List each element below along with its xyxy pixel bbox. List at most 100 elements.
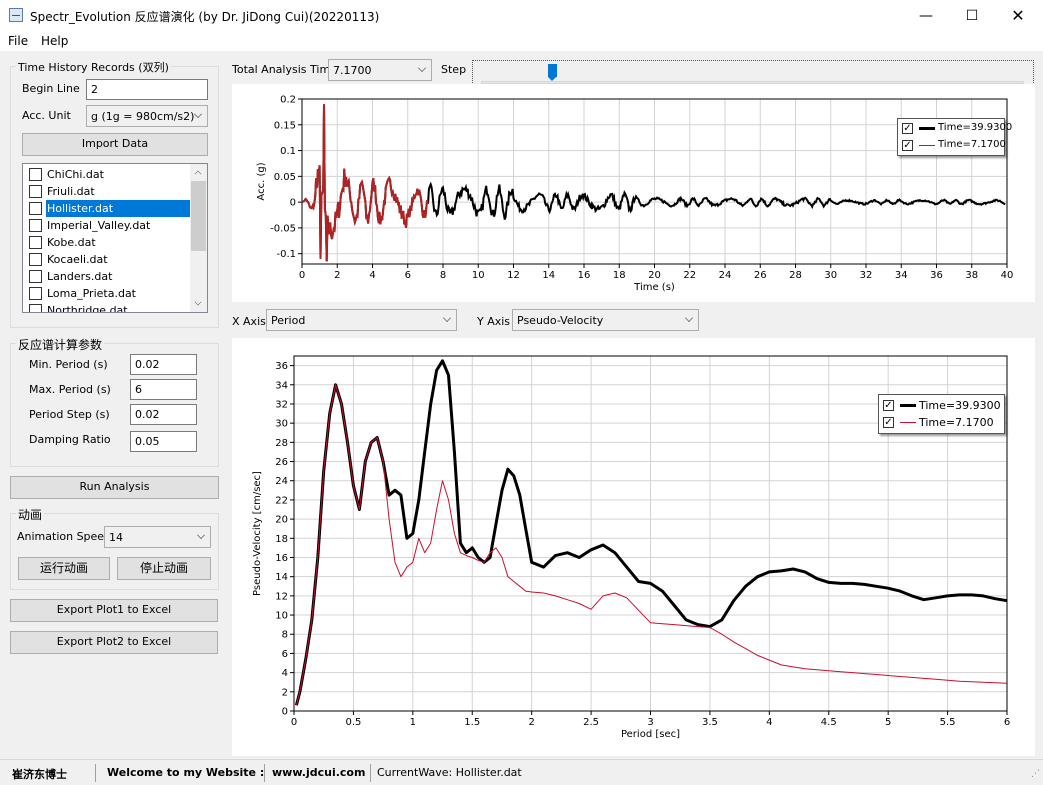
file-list[interactable]: ChiChi.dat Friuli.dat Hollister.dat Imperia… [22, 163, 208, 313]
checkbox[interactable] [29, 270, 42, 283]
checkbox[interactable] [29, 202, 42, 215]
list-item[interactable]: Kocaeli.dat [26, 251, 190, 268]
begin-line-label: Begin Line [22, 82, 80, 95]
y-tick-label: 30 [275, 419, 288, 430]
check-icon[interactable]: ✓ [902, 140, 913, 151]
x-tick-label: 5 [885, 717, 891, 728]
plot1-legend: ✓ Time=39.9300 ✓ Time=7.1700 [897, 118, 1012, 156]
x-tick-label: 36 [930, 270, 943, 281]
scroll-down-icon[interactable] [194, 298, 202, 306]
status-website[interactable]: www.jdcui.com [272, 766, 365, 779]
stop-animation-button[interactable]: 停止动画 [117, 557, 211, 580]
step-label: Step [441, 63, 467, 76]
y-tick-label: -0.1 [276, 249, 296, 260]
scroll-up-icon[interactable] [194, 170, 202, 178]
checkbox[interactable] [29, 185, 42, 198]
y-tick-label: 0 [290, 198, 296, 209]
list-item[interactable]: Friuli.dat [26, 183, 190, 200]
y-tick-label: 22 [275, 495, 288, 506]
run-animation-button[interactable]: 运行动画 [18, 557, 110, 580]
status-separator [95, 764, 96, 782]
close-button[interactable]: ✕ [995, 0, 1041, 31]
damping-ratio-input[interactable]: 0.05 [130, 431, 197, 452]
status-current-wave: CurrentWave: Hollister.dat [377, 766, 522, 779]
window-title: Spectr_Evolution 反应谱演化 (by Dr. JiDong Cu… [30, 10, 380, 24]
scroll-thumb[interactable] [191, 181, 206, 251]
total-time-select[interactable]: 7.1700 [328, 59, 432, 81]
run-analysis-button[interactable]: Run Analysis [10, 476, 219, 499]
checkbox[interactable] [29, 236, 42, 249]
params-group-title: 反应谱计算参数 [16, 336, 105, 353]
y-tick-label: 18 [275, 534, 288, 545]
x-tick-label: 2 [528, 717, 534, 728]
period-step-input[interactable]: 0.02 [130, 404, 197, 425]
y-axis-title: Pseudo-Velocity [cm/sec] [252, 471, 263, 596]
begin-line-input[interactable]: 2 [86, 79, 208, 100]
check-icon[interactable]: ✓ [902, 123, 913, 134]
chevron-down-icon [443, 314, 451, 322]
max-period-input[interactable]: 6 [130, 379, 197, 400]
minimize-button[interactable]: — [903, 0, 949, 31]
y-tick-label: 4 [282, 668, 288, 679]
chevron-down-icon [197, 531, 205, 539]
checkbox[interactable] [29, 287, 42, 300]
acc-unit-select[interactable]: g (1g = 980cm/s2) [86, 105, 208, 127]
x-tick-label: 30 [824, 270, 837, 281]
acc-unit-value: g (1g = 980cm/s2) [91, 110, 195, 123]
list-item[interactable]: Kobe.dat [26, 234, 190, 251]
list-item[interactable]: Landers.dat [26, 268, 190, 285]
x-tick-label: 6 [1004, 717, 1010, 728]
x-tick-label: 38 [965, 270, 978, 281]
y-tick-label: 2 [282, 687, 288, 698]
y-tick-label: 8 [282, 630, 288, 641]
list-item[interactable]: Imperial_Valley.dat [26, 217, 190, 234]
acc-unit-label: Acc. Unit [22, 109, 71, 122]
list-item-label: Kocaeli.dat [47, 253, 108, 266]
plot2-legend: ✓ Time=39.9300 ✓ Time=7.1700 [878, 394, 1005, 434]
slider-thumb[interactable] [547, 64, 557, 81]
x-axis-title: Time (s) [633, 282, 675, 293]
checkbox[interactable] [29, 219, 42, 232]
min-period-label: Min. Period (s) [29, 358, 108, 371]
animation-speed-select[interactable]: 14 [104, 526, 211, 548]
export-plot1-button[interactable]: Export Plot1 to Excel [10, 599, 218, 622]
period-step-label: Period Step (s) [29, 408, 110, 421]
import-data-button[interactable]: Import Data [22, 133, 208, 156]
y-tick-label: 32 [275, 399, 288, 410]
x-tick-label: 4.5 [821, 717, 837, 728]
acceleration-chart: 0 2 4 6 8 10 12 14 16 18 20 22 24 26 28 30 32 34 36 38 40 -0.… [232, 84, 1035, 302]
spectrum-chart: 0 0.5 1 1.5 2 2.5 3 3.5 4 4.5 5 5.5 6 0 2 4 6 8 10 12 14 16 18… [232, 338, 1035, 756]
legend-swatch [919, 145, 935, 146]
list-scrollbar[interactable] [190, 164, 207, 312]
export-plot2-button[interactable]: Export Plot2 to Excel [10, 631, 218, 654]
x-axis-select[interactable]: Period [266, 309, 457, 331]
status-separator [370, 764, 371, 782]
list-item[interactable]: Northridge.dat [26, 302, 190, 312]
checkbox[interactable] [29, 304, 42, 312]
x-tick-label: 34 [895, 270, 908, 281]
list-item[interactable]: Hollister.dat [26, 200, 190, 217]
x-tick-label: 12 [507, 270, 520, 281]
menu-file[interactable]: File [8, 34, 28, 48]
animation-speed-value: 14 [109, 531, 123, 544]
menu-help[interactable]: Help [41, 34, 68, 48]
resize-grip-icon[interactable]: ⋰ [1031, 769, 1040, 779]
list-item[interactable]: ChiChi.dat [26, 166, 190, 183]
maximize-button[interactable]: ☐ [949, 0, 995, 31]
step-slider[interactable] [472, 60, 1034, 85]
list-item-label: ChiChi.dat [47, 168, 104, 181]
checkbox[interactable] [29, 168, 42, 181]
check-icon[interactable]: ✓ [883, 417, 894, 428]
x-tick-label: 0 [291, 717, 297, 728]
x-tick-label: 22 [683, 270, 696, 281]
x-tick-label: 20 [648, 270, 661, 281]
min-period-input[interactable]: 0.02 [130, 354, 197, 375]
legend-label: Time=7.1700 [919, 416, 994, 429]
y-axis-select[interactable]: Pseudo-Velocity [512, 309, 699, 331]
x-tick-label: 32 [860, 270, 873, 281]
checkbox[interactable] [29, 253, 42, 266]
x-tick-label: 24 [719, 270, 732, 281]
menu-bar: File Help [0, 31, 1043, 51]
check-icon[interactable]: ✓ [883, 400, 894, 411]
list-item[interactable]: Loma_Prieta.dat [26, 285, 190, 302]
